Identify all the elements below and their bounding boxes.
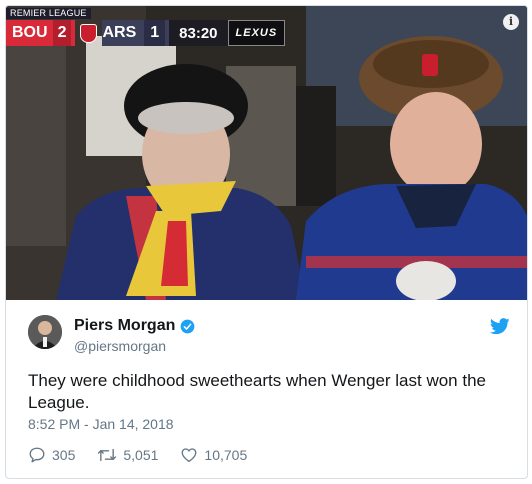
- retweet-icon: [98, 448, 117, 462]
- tweet-text: They were childhood sweethearts when Wen…: [28, 371, 486, 412]
- verified-badge-icon: [180, 319, 195, 333]
- home-team-name: BOU: [12, 24, 48, 41]
- arsenal-badge-icon: [80, 23, 98, 43]
- league-label: REMIER LEAGUE: [6, 8, 91, 19]
- stadium-photo: [6, 6, 527, 300]
- tweet-actions: 305 5,051 10,705: [28, 446, 269, 464]
- away-team-name: ARS: [102, 24, 137, 41]
- retweet-count: 5,051: [123, 447, 159, 463]
- tweet-card[interactable]: REMIER LEAGUE BOU 2 ARS 1 83:20 LEXUS i …: [5, 5, 528, 479]
- scoreboard: BOU 2 ARS 1 83:20 LEXUS: [6, 20, 322, 46]
- tweet-timestamp[interactable]: 8:52 PM - Jan 14, 2018: [28, 416, 174, 432]
- home-team: BOU 2: [6, 20, 76, 46]
- author-name-row[interactable]: Piers Morgan: [74, 317, 195, 335]
- like-count: 10,705: [204, 447, 248, 463]
- avatar[interactable]: [28, 315, 62, 349]
- away-score: 1: [144, 20, 166, 46]
- home-score: 2: [52, 20, 72, 46]
- author-name[interactable]: Piers Morgan: [74, 317, 175, 335]
- match-clock: 83:20: [169, 20, 228, 46]
- like-button[interactable]: 10,705: [180, 446, 247, 464]
- reply-button[interactable]: 305: [28, 446, 75, 464]
- avatar-image: [28, 315, 62, 349]
- author-handle[interactable]: @piersmorgan: [74, 338, 166, 354]
- twitter-bird-icon[interactable]: [490, 318, 510, 335]
- away-team: ARS 1: [102, 20, 170, 46]
- tweet-photo[interactable]: REMIER LEAGUE BOU 2 ARS 1 83:20 LEXUS i: [6, 6, 527, 300]
- sponsor-logo: LEXUS: [227, 20, 286, 46]
- reply-icon: [29, 447, 45, 463]
- like-icon: [181, 448, 197, 463]
- retweet-button[interactable]: 5,051: [97, 446, 158, 464]
- reply-count: 305: [52, 447, 76, 463]
- info-icon[interactable]: i: [503, 14, 519, 30]
